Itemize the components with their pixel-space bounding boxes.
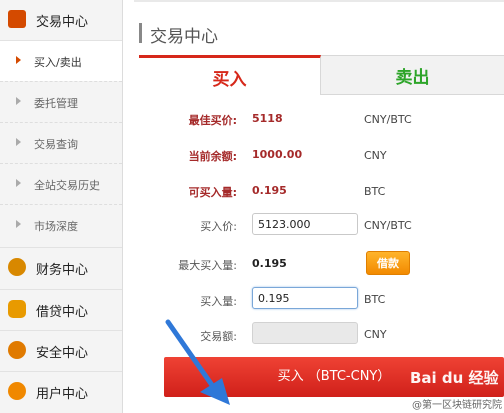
chevron-right-icon xyxy=(16,97,21,105)
monitor-icon xyxy=(8,10,26,28)
amount-unit: BTC xyxy=(364,293,386,306)
sidebar-section-finance[interactable]: 财务中心 xyxy=(0,247,122,288)
title-accent-bar xyxy=(139,23,142,43)
sidebar-item-market-depth[interactable]: 市场深度 xyxy=(0,204,122,245)
max-amount-value: 0.195 xyxy=(252,257,287,270)
sidebar-item-site-history[interactable]: 全站交易历史 xyxy=(0,163,122,204)
total-label: 交易额: xyxy=(200,330,237,343)
tab-buy[interactable]: 买入 xyxy=(139,55,321,95)
tab-sell[interactable]: 卖出 xyxy=(321,56,504,95)
sidebar-section-label: 借贷中心 xyxy=(36,305,89,320)
sidebar-section-label: 用户中心 xyxy=(36,387,89,402)
sidebar-item-label: 市场深度 xyxy=(34,220,78,233)
sidebar-item-orders[interactable]: 委托管理 xyxy=(0,81,122,122)
sidebar-section-user[interactable]: 用户中心 xyxy=(0,371,122,412)
top-rule xyxy=(134,0,504,2)
balance-value: 1000.00 xyxy=(252,148,303,161)
best-bid-value: 5118 xyxy=(252,112,283,125)
page-title: 交易中心 xyxy=(150,27,218,47)
buyable-label: 可买入量: xyxy=(188,186,237,199)
sidebar-item-buy-sell[interactable]: 买入/卖出 xyxy=(0,40,122,81)
price-input[interactable] xyxy=(252,213,358,235)
amount-label: 买入量: xyxy=(200,295,237,308)
chevron-right-icon xyxy=(16,138,21,146)
baidu-watermark-logo: Bai du 经验 xyxy=(410,369,499,387)
sidebar-item-label: 委托管理 xyxy=(34,97,78,110)
sidebar-section-loan[interactable]: 借贷中心 xyxy=(0,289,122,330)
best-bid-unit: CNY/BTC xyxy=(364,113,412,126)
tab-sell-label: 卖出 xyxy=(395,68,430,88)
best-bid-label: 最佳买价: xyxy=(188,114,237,127)
users-icon xyxy=(8,382,26,400)
chevron-right-icon xyxy=(16,220,21,228)
sidebar-section-label: 安全中心 xyxy=(36,346,89,361)
sidebar-section-label: 财务中心 xyxy=(36,263,89,278)
price-unit: CNY/BTC xyxy=(364,219,412,232)
sidebar-item-trade-query[interactable]: 交易查询 xyxy=(0,122,122,163)
total-unit: CNY xyxy=(364,328,387,341)
price-label: 买入价: xyxy=(200,220,237,233)
chevron-right-icon xyxy=(16,179,21,187)
loan-button[interactable]: 借款 xyxy=(366,251,410,275)
tab-buy-label: 买入 xyxy=(212,70,247,90)
sidebar-item-label: 买入/卖出 xyxy=(34,56,82,69)
sidebar-item-label: 全站交易历史 xyxy=(34,179,100,192)
sidebar-item-label: 交易查询 xyxy=(34,138,78,151)
sidebar-section-trade[interactable]: 交易中心 xyxy=(0,0,122,40)
chevron-right-icon xyxy=(16,56,21,64)
amount-input[interactable] xyxy=(252,287,358,309)
shield-icon xyxy=(8,341,26,359)
balance-label: 当前余额: xyxy=(188,150,237,163)
sidebar-divider xyxy=(122,0,123,413)
hand-icon xyxy=(8,300,26,318)
balance-unit: CNY xyxy=(364,149,387,162)
buyable-unit: BTC xyxy=(364,185,386,198)
money-bag-icon xyxy=(8,258,26,276)
buyable-value: 0.195 xyxy=(252,184,287,197)
total-input xyxy=(252,322,358,344)
sidebar: 交易中心 买入/卖出 委托管理 交易查询 全站交易历史 市场深度 财务中心 借贷… xyxy=(0,0,122,413)
sidebar-section-security[interactable]: 安全中心 xyxy=(0,330,122,371)
sidebar-section-label: 交易中心 xyxy=(36,15,89,30)
watermark-caption: @第一区块链研究院 xyxy=(412,400,502,411)
max-amount-label: 最大买入量: xyxy=(178,259,237,272)
